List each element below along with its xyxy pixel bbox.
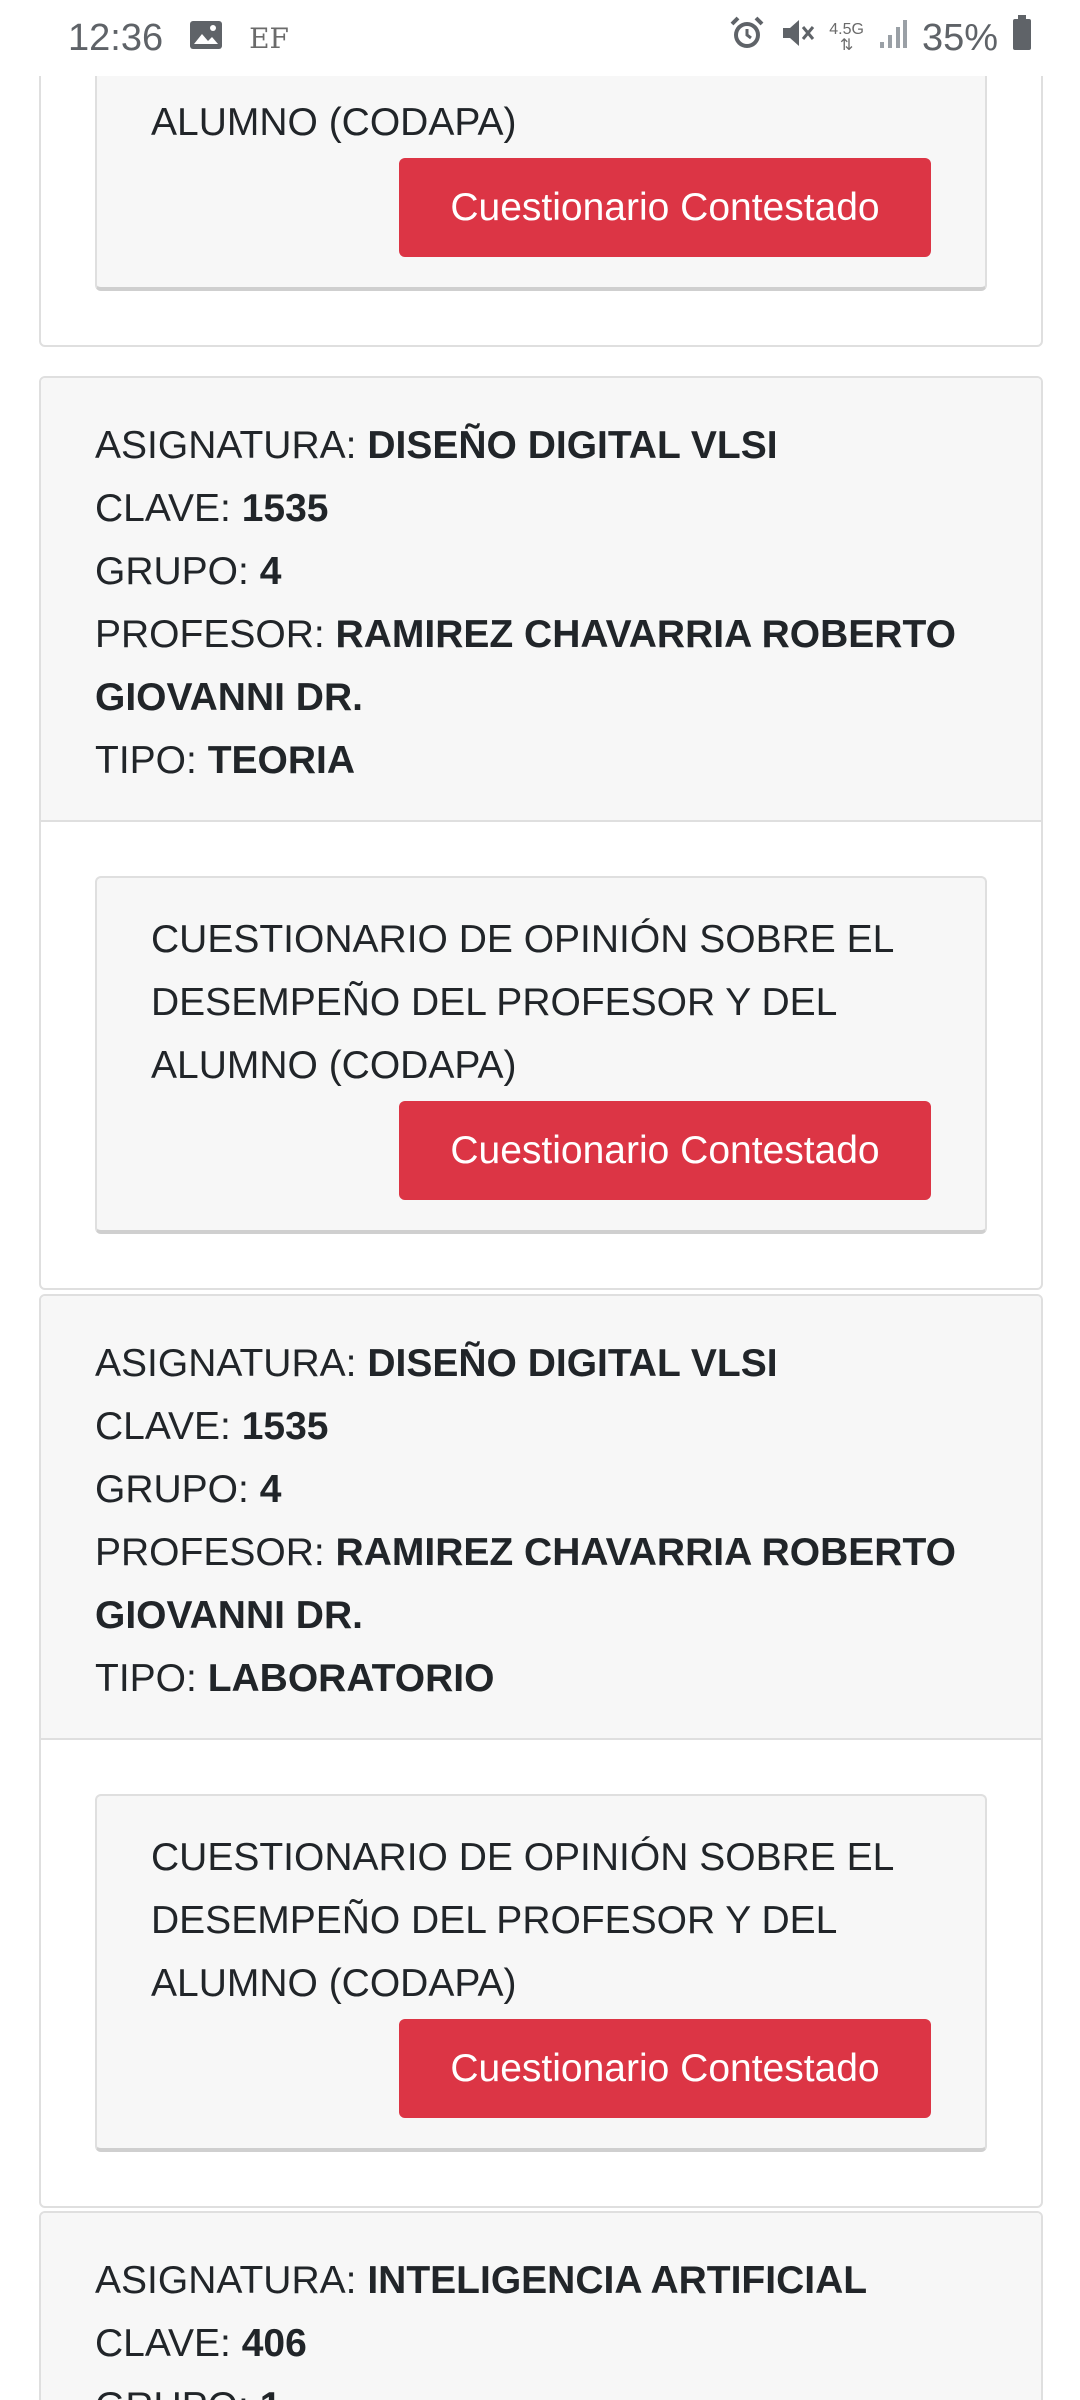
questionnaire-answered-button[interactable]: Cuestionario Contestado bbox=[399, 2019, 931, 2118]
questionnaire-answered-button[interactable]: Cuestionario Contestado bbox=[399, 158, 931, 257]
asignatura-row: ASIGNATURA: DISEÑO DIGITAL VLSI bbox=[95, 1342, 778, 1385]
subject-card: ASIGNATURA: DISEÑO DIGITAL VLSI CLAVE: 1… bbox=[39, 376, 1043, 1290]
tipo-row: TIPO: LABORATORIO bbox=[95, 1657, 495, 1700]
questionnaire-title: CUESTIONARIO DE OPINIÓN SOBRE EL DESEMPE… bbox=[151, 918, 893, 1087]
grupo-row: GRUPO: 1 bbox=[95, 2375, 987, 2400]
questionnaire-box: CUESTIONARIO DE OPINIÓN SOBRE EL DESEMPE… bbox=[95, 1794, 987, 2152]
grupo-value: 4 bbox=[259, 1468, 282, 1511]
questionnaire-box: CUESTIONARIO DE OPINIÓN SOBRE EL DESEMPE… bbox=[95, 876, 987, 1234]
asignatura-value: DISEÑO DIGITAL VLSI bbox=[367, 424, 778, 467]
grupo-row: GRUPO: 4 bbox=[95, 1468, 282, 1511]
questionnaire-box: DESEMPEÑO DEL PROFESOR Y DEL ALUMNO (COD… bbox=[95, 76, 987, 291]
tipo-row: TIPO: TEORIA bbox=[95, 739, 356, 782]
tipo-value: LABORATORIO bbox=[207, 1657, 495, 1700]
clock: 12:36 bbox=[68, 16, 164, 59]
questionnaire-line: DESEMPEÑO DEL PROFESOR Y DEL bbox=[151, 76, 931, 91]
signal-icon bbox=[878, 17, 908, 60]
content-area[interactable]: DESEMPEÑO DEL PROFESOR Y DEL ALUMNO (COD… bbox=[0, 76, 1080, 2400]
asignatura-value: DISEÑO DIGITAL VLSI bbox=[367, 1342, 778, 1385]
alarm-icon bbox=[729, 15, 765, 61]
asignatura-row: ASIGNATURA: INTELIGENCIA ARTIFICIAL bbox=[95, 2259, 868, 2302]
asignatura-row: ASIGNATURA: DISEÑO DIGITAL VLSI bbox=[95, 424, 778, 467]
clave-row: CLAVE: 1535 bbox=[95, 1405, 329, 1448]
subject-info: ASIGNATURA: INTELIGENCIA ARTIFICIAL CLAV… bbox=[41, 2213, 1041, 2400]
profesor-row: PROFESOR: RAMIREZ CHAVARRIA ROBERTO GIOV… bbox=[95, 1531, 956, 1637]
clave-value: 406 bbox=[241, 2322, 307, 2365]
questionnaire-line: ALUMNO (CODAPA) bbox=[151, 101, 517, 144]
profesor-row: PROFESOR: RAMIREZ CHAVARRIA ROBERTO GIOV… bbox=[95, 613, 956, 719]
subject-card: ASIGNATURA: INTELIGENCIA ARTIFICIAL CLAV… bbox=[39, 2211, 1043, 2400]
tipo-value: TEORIA bbox=[207, 739, 356, 782]
grupo-row: GRUPO: 4 bbox=[95, 550, 282, 593]
status-bar: 12:36 EF 4.5G ⇅ 35% bbox=[0, 0, 1080, 76]
subject-card: ASIGNATURA: DISEÑO DIGITAL VLSI CLAVE: 1… bbox=[39, 1294, 1043, 2208]
questionnaire-title: CUESTIONARIO DE OPINIÓN SOBRE EL DESEMPE… bbox=[151, 1836, 893, 2005]
grupo-value: 1 bbox=[260, 2385, 282, 2400]
network-label: 4.5G bbox=[829, 21, 864, 38]
questionnaire-answered-button[interactable]: Cuestionario Contestado bbox=[399, 1101, 931, 1200]
carrier-mark: EF bbox=[249, 21, 289, 55]
asignatura-value: INTELIGENCIA ARTIFICIAL bbox=[367, 2259, 868, 2302]
mute-icon bbox=[779, 15, 815, 61]
battery-level: 35% bbox=[921, 16, 998, 59]
clave-value: 1535 bbox=[241, 1405, 329, 1448]
grupo-value: 4 bbox=[259, 550, 282, 593]
subject-card-partial: DESEMPEÑO DEL PROFESOR Y DEL ALUMNO (COD… bbox=[39, 76, 1043, 347]
battery-icon bbox=[1012, 15, 1032, 61]
clave-row: CLAVE: 1535 bbox=[95, 487, 329, 530]
clave-value: 1535 bbox=[241, 487, 329, 530]
image-icon bbox=[189, 17, 223, 60]
subject-info: ASIGNATURA: DISEÑO DIGITAL VLSI CLAVE: 1… bbox=[41, 1296, 1041, 1740]
subject-info: ASIGNATURA: DISEÑO DIGITAL VLSI CLAVE: 1… bbox=[41, 378, 1041, 822]
clave-row: CLAVE: 406 bbox=[95, 2322, 307, 2365]
data-arrows-icon: 4.5G ⇅ bbox=[829, 21, 864, 54]
